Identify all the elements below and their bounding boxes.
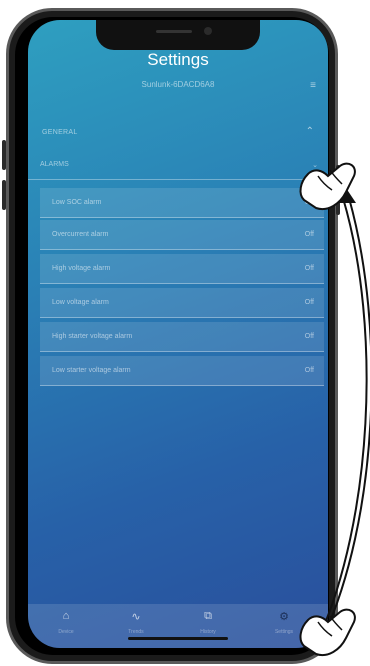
alarm-value: Off <box>304 367 314 374</box>
history-icon: ⧉ <box>204 610 212 622</box>
alarm-value: Off <box>304 333 314 340</box>
menu-icon[interactable]: ≡ <box>310 80 316 91</box>
speaker <box>156 30 192 33</box>
alarm-label: High voltage alarm <box>52 265 111 272</box>
volume-up-button <box>2 140 6 170</box>
chart-icon: ∿ <box>131 611 141 623</box>
alarm-row-low-soc[interactable]: Low SOC alarm Off <box>40 188 324 218</box>
alarms-label: ALARMS <box>40 161 69 168</box>
device-row: Sunlunk-6DACD6A8 ≡ <box>28 80 328 96</box>
tab-device[interactable]: ⌂ Device <box>36 610 96 644</box>
tab-label: Device <box>58 629 74 635</box>
home-indicator <box>128 637 228 640</box>
notch <box>96 20 260 50</box>
power-button <box>336 165 340 215</box>
general-section-title: GENERAL <box>42 129 78 136</box>
alarm-value: Off <box>304 265 314 272</box>
alarm-label: Low starter voltage alarm <box>52 367 131 374</box>
app-screen: Settings Sunlunk-6DACD6A8 ≡ GENERAL ⌃ AL… <box>28 20 328 648</box>
general-section-header[interactable]: GENERAL ⌃ <box>28 120 328 148</box>
alarms-row[interactable]: ALARMS ⌄ <box>28 150 328 180</box>
tab-settings[interactable]: ⚙ Settings <box>254 610 314 644</box>
chevron-icon: ⌄ <box>312 162 318 169</box>
alarm-row-high-starter-voltage[interactable]: High starter voltage alarm Off <box>40 322 324 352</box>
alarm-value: Off <box>304 231 314 238</box>
alarm-value: Off <box>304 299 314 306</box>
alarm-row-low-voltage[interactable]: Low voltage alarm Off <box>40 288 324 318</box>
chevron-up-icon[interactable]: ⌃ <box>306 126 314 137</box>
camera <box>204 27 212 35</box>
tab-label: Trends <box>128 629 144 635</box>
alarm-value: Off <box>304 199 314 206</box>
alarm-label: High starter voltage alarm <box>52 333 133 340</box>
alarm-label: Overcurrent alarm <box>52 231 109 238</box>
gear-icon: ⚙ <box>279 611 289 623</box>
tab-bar: ⌂ Device ∿ Trends ⧉ History ⚙ Settings <box>28 604 328 648</box>
device-name: Sunlunk-6DACD6A8 <box>141 80 215 89</box>
alarm-row-overcurrent[interactable]: Overcurrent alarm Off <box>40 220 324 250</box>
home-icon: ⌂ <box>62 610 70 622</box>
alarm-row-high-voltage[interactable]: High voltage alarm Off <box>40 254 324 284</box>
tab-label: Settings <box>274 629 294 635</box>
volume-down-button <box>2 180 6 210</box>
alarm-label: Low SOC alarm <box>52 199 102 206</box>
alarm-label: Low voltage alarm <box>52 299 109 306</box>
alarm-row-low-starter-voltage[interactable]: Low starter voltage alarm Off <box>40 356 324 386</box>
tab-label: History <box>200 629 216 635</box>
page-title: Settings <box>147 50 209 69</box>
